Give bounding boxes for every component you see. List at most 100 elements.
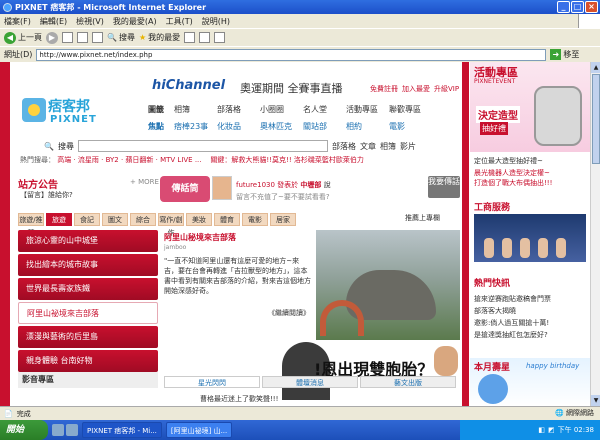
- news-headline[interactable]: 曹格最近迷上了歡笑聲!!!: [200, 394, 278, 404]
- minimize-button[interactable]: _: [557, 1, 570, 13]
- menu-view[interactable]: 檢視(V): [76, 16, 104, 27]
- category-link[interactable]: 部落格: [217, 104, 260, 115]
- focus-link[interactable]: 相約: [346, 121, 389, 132]
- list-item[interactable]: 世界最長壽家族鐵: [18, 278, 158, 300]
- hot-news-item[interactable]: 是搶達獎抽紅包怎麼好?: [474, 330, 548, 340]
- article-photo[interactable]: [316, 230, 460, 340]
- announcement-more-link[interactable]: + MORE: [130, 178, 159, 186]
- list-item[interactable]: 漂漫與藝術的后里島: [18, 326, 158, 348]
- category-link[interactable]: 聯歡專區: [389, 104, 432, 115]
- menu-tools[interactable]: 工具(T): [166, 16, 193, 27]
- rumor-user[interactable]: future1030 發表於: [236, 181, 298, 189]
- list-item-selected[interactable]: 阿里山祕境來吉部落: [18, 302, 158, 324]
- event-line-1[interactable]: 定位最大造型抽好禮~: [474, 156, 543, 166]
- category-link[interactable]: 活動專區: [346, 104, 389, 115]
- search-button[interactable]: 🔍 搜尋: [107, 32, 135, 43]
- stop-icon[interactable]: [62, 32, 73, 43]
- focus-link[interactable]: 化妝品: [217, 121, 260, 132]
- event-line-3[interactable]: 打造個了戰大布偶抽出!!!: [474, 178, 552, 188]
- upgrade-vip-link[interactable]: 升級VIP: [434, 84, 459, 94]
- hot-right[interactable]: 關鍵：解救大熊貓!!莫克!! 洛杉磯菜籃村歐萊伯力: [210, 156, 363, 164]
- quick-launch-icon[interactable]: [66, 424, 78, 436]
- close-button[interactable]: ×: [585, 1, 598, 13]
- search-option[interactable]: 影片: [400, 141, 416, 152]
- register-link[interactable]: 免費註冊: [370, 84, 398, 94]
- focus-link[interactable]: 奧林匹克: [260, 121, 303, 132]
- category-link[interactable]: 相簿: [174, 104, 217, 115]
- event-ad[interactable]: 活動專區 PIXNETEVENT 決定造型 抽好禮: [470, 62, 590, 152]
- article-author[interactable]: jamboo: [164, 244, 186, 251]
- quick-launch-icon[interactable]: [52, 424, 64, 436]
- scroll-up-icon[interactable]: ▲: [591, 62, 600, 73]
- hot-items[interactable]: 高端 · 流星雨 · BY2 · 蘋日翻新 · MTV LIVE ...: [57, 156, 201, 164]
- home-icon[interactable]: [92, 32, 103, 43]
- category-link[interactable]: 名人堂: [303, 104, 346, 115]
- search-option[interactable]: 部落格: [332, 141, 356, 152]
- security-zone: 🌐 網際網路: [555, 408, 594, 418]
- scroll-thumb[interactable]: [592, 74, 600, 164]
- tab-home[interactable]: 居家: [270, 213, 296, 226]
- tab-writing[interactable]: 寫作/創作: [158, 213, 184, 237]
- avatar[interactable]: [212, 176, 232, 200]
- focus-link[interactable]: 電影: [389, 121, 432, 132]
- read-more-link[interactable]: 《繼續閱讀》: [268, 308, 310, 318]
- list-item[interactable]: 旅涼心靈的山中城堡: [18, 230, 158, 252]
- hichannel-tagline[interactable]: 奧運期間 全賽事直播: [240, 80, 343, 96]
- task-ie-article[interactable]: [阿里山祕境] 山...: [165, 422, 233, 438]
- start-button[interactable]: 開始: [0, 420, 48, 440]
- tab-beauty[interactable]: 美妝: [186, 213, 212, 226]
- scroll-down-icon[interactable]: ▼: [591, 395, 600, 406]
- rumor-location[interactable]: 中壢部: [300, 181, 321, 189]
- announcement-item[interactable]: 【留言】誰給你?: [20, 190, 73, 200]
- list-item[interactable]: 親身體驗 台南好物: [18, 350, 158, 372]
- back-button[interactable]: ◀ 上一頁: [4, 31, 42, 44]
- hot-news-item[interactable]: 邀影:倘人過互關搶十萬!: [474, 318, 549, 328]
- history-icon[interactable]: [184, 32, 196, 43]
- menu-help[interactable]: 說明(H): [202, 16, 230, 27]
- tab-movie[interactable]: 電影: [242, 213, 268, 226]
- menu-favorites[interactable]: 我的最愛(A): [113, 16, 157, 27]
- menu-edit[interactable]: 編輯(E): [40, 16, 67, 27]
- go-button[interactable]: ➜ 移至: [550, 49, 579, 60]
- search-option[interactable]: 相簿: [380, 141, 396, 152]
- send-rumor-button[interactable]: 我要傳話: [428, 176, 460, 198]
- refresh-icon[interactable]: [77, 32, 88, 43]
- add-favorite-link[interactable]: 加入最愛: [402, 84, 430, 94]
- tab-arts[interactable]: 藝文出版: [360, 376, 456, 388]
- event-line-2[interactable]: 晨光機器人造型決定權~: [474, 168, 550, 178]
- tray-icon[interactable]: ◧: [538, 426, 545, 434]
- focus-link[interactable]: 痞棒23事: [174, 121, 217, 132]
- tab-food[interactable]: 食記: [74, 213, 100, 226]
- mail-icon[interactable]: [199, 32, 211, 43]
- list-item[interactable]: 找出繪本的城市故事: [18, 254, 158, 276]
- favorites-button[interactable]: ★ 我的最愛: [139, 32, 180, 43]
- tab-stars[interactable]: 星光閃閃: [164, 376, 260, 388]
- birthday-ad[interactable]: 本月壽星 happy birthday: [470, 358, 590, 406]
- promo-banner[interactable]: !恩出現雙胞胎？: [164, 342, 460, 400]
- menu-file[interactable]: 檔案(F): [4, 16, 31, 27]
- service-photo[interactable]: [474, 214, 586, 262]
- hot-news-item[interactable]: 搶來逆賽跑貼邀稿會門票: [474, 294, 551, 304]
- address-input[interactable]: http://www.pixnet.net/index.php: [36, 48, 547, 61]
- search-option[interactable]: 文章: [360, 141, 376, 152]
- print-icon[interactable]: [214, 32, 226, 43]
- task-ie-pixnet[interactable]: PIXNET 痞客邦 - Mi...: [82, 422, 162, 438]
- recommend-link[interactable]: 推薦上專欄: [405, 213, 440, 223]
- tab-general[interactable]: 綜合: [130, 213, 156, 226]
- vertical-scrollbar[interactable]: ▲ ▼: [590, 62, 600, 406]
- tray-icon[interactable]: ◩: [548, 426, 555, 434]
- category-link[interactable]: 小圈圈: [260, 104, 303, 115]
- tab-sports-news[interactable]: 體壇消息: [262, 376, 358, 388]
- focus-link[interactable]: 關站部: [303, 121, 346, 132]
- article-title[interactable]: 阿里山秘境來吉部落: [164, 232, 236, 243]
- tab-travel-recommend[interactable]: 旅遊/推薦: [18, 213, 44, 237]
- hot-news-item[interactable]: 部落客大揭曉: [474, 306, 516, 316]
- pixnet-logo[interactable]: 痞客邦 PIXNET: [22, 92, 96, 138]
- tab-illustrated[interactable]: 圖文: [102, 213, 128, 226]
- hichannel-logo[interactable]: hiChannel: [152, 78, 225, 93]
- forward-button[interactable]: ▶: [46, 31, 58, 44]
- maximize-button[interactable]: □: [571, 1, 584, 13]
- site-search-input[interactable]: [77, 140, 328, 152]
- tab-travel[interactable]: 旅遊: [46, 213, 72, 226]
- tab-sports[interactable]: 體育: [214, 213, 240, 226]
